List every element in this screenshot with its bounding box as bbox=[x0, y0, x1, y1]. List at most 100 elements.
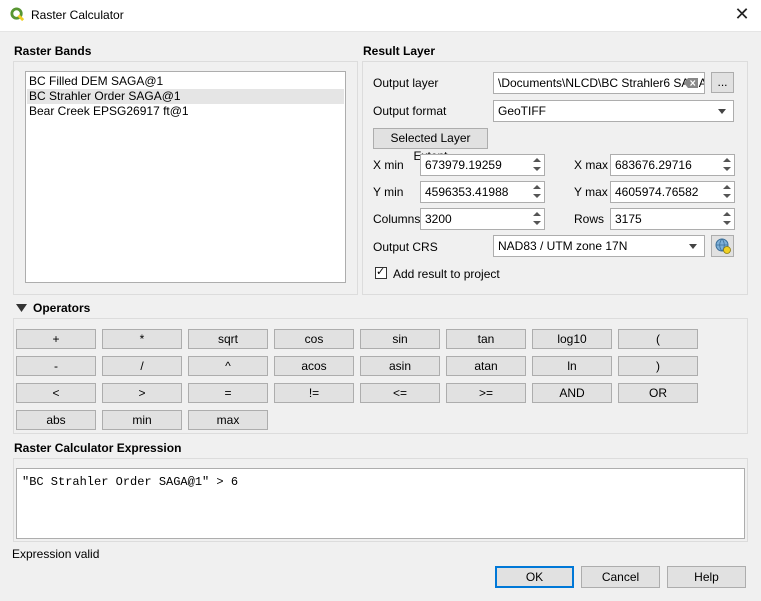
xmin-spinner[interactable] bbox=[530, 155, 544, 175]
expression-text: "BC Strahler Order SAGA@1" > 6 bbox=[22, 475, 239, 489]
columns-spinner[interactable] bbox=[530, 209, 544, 229]
operator-button[interactable]: != bbox=[274, 383, 354, 403]
operator-button[interactable]: min bbox=[102, 410, 182, 430]
operator-button[interactable]: cos bbox=[274, 329, 354, 349]
xmin-value: 673979.19259 bbox=[425, 158, 502, 172]
ymax-value: 4605974.76582 bbox=[615, 185, 699, 199]
spin-up-icon[interactable] bbox=[533, 158, 541, 162]
raster-bands-title: Raster Bands bbox=[14, 44, 92, 58]
xmin-input[interactable]: 673979.19259 bbox=[420, 154, 545, 176]
spin-down-icon[interactable] bbox=[723, 167, 731, 171]
rows-label: Rows bbox=[574, 212, 605, 226]
operator-button[interactable]: acos bbox=[274, 356, 354, 376]
output-crs-select[interactable]: NAD83 / UTM zone 17N bbox=[493, 235, 705, 257]
spin-up-icon[interactable] bbox=[723, 212, 731, 216]
operator-button[interactable]: ln bbox=[532, 356, 612, 376]
browse-button[interactable]: ... bbox=[711, 72, 734, 93]
columns-label: Columns bbox=[373, 212, 421, 226]
operator-button[interactable]: + bbox=[16, 329, 96, 349]
spin-up-icon[interactable] bbox=[533, 212, 541, 216]
spin-down-icon[interactable] bbox=[723, 194, 731, 198]
spin-up-icon[interactable] bbox=[723, 185, 731, 189]
raster-band-item[interactable]: Bear Creek EPSG26917 ft@1 bbox=[29, 104, 189, 119]
operator-button[interactable]: abs bbox=[16, 410, 96, 430]
operator-button[interactable]: <= bbox=[360, 383, 440, 403]
raster-band-item[interactable]: BC Filled DEM SAGA@1 bbox=[29, 74, 163, 89]
operator-button[interactable]: ^ bbox=[188, 356, 268, 376]
add-result-label: Add result to project bbox=[393, 267, 500, 281]
ymax-label: Y max bbox=[574, 185, 608, 199]
operator-button[interactable]: / bbox=[102, 356, 182, 376]
output-crs-label: Output CRS bbox=[373, 240, 438, 254]
selected-layer-extent-button[interactable]: Selected Layer Extent bbox=[373, 128, 488, 163]
operators-title: Operators bbox=[33, 301, 91, 315]
output-format-select[interactable]: GeoTIFF bbox=[493, 100, 734, 122]
xmax-input[interactable]: 683676.29716 bbox=[610, 154, 735, 176]
spin-down-icon[interactable] bbox=[533, 221, 541, 225]
xmax-label: X max bbox=[574, 158, 609, 172]
operator-button[interactable]: ) bbox=[618, 356, 698, 376]
output-format-label: Output format bbox=[373, 104, 447, 118]
operator-button[interactable]: sqrt bbox=[188, 329, 268, 349]
add-result-checkbox[interactable]: ✓ bbox=[375, 265, 387, 279]
output-layer-label: Output layer bbox=[373, 76, 439, 90]
output-layer-input[interactable]: \Documents\NLCD\BC Strahler6 SAGA bbox=[493, 72, 705, 94]
ymin-spinner[interactable] bbox=[530, 182, 544, 202]
spin-down-icon[interactable] bbox=[533, 167, 541, 171]
rows-value: 3175 bbox=[615, 212, 642, 226]
operator-button[interactable]: log10 bbox=[532, 329, 612, 349]
rows-spinner[interactable] bbox=[720, 209, 734, 229]
spin-up-icon[interactable] bbox=[723, 158, 731, 162]
operator-button[interactable]: = bbox=[188, 383, 268, 403]
collapse-triangle-icon[interactable] bbox=[16, 304, 27, 312]
columns-input[interactable]: 3200 bbox=[420, 208, 545, 230]
operator-button[interactable]: tan bbox=[446, 329, 526, 349]
output-format-value: GeoTIFF bbox=[498, 104, 547, 118]
rows-input[interactable]: 3175 bbox=[610, 208, 735, 230]
close-icon[interactable]: ✕ bbox=[732, 5, 752, 25]
expression-editor[interactable]: "BC Strahler Order SAGA@1" > 6 bbox=[16, 468, 745, 539]
operator-button[interactable]: AND bbox=[532, 383, 612, 403]
spin-up-icon[interactable] bbox=[533, 185, 541, 189]
result-layer-group bbox=[362, 61, 748, 295]
xmin-label: X min bbox=[373, 158, 404, 172]
output-layer-path: \Documents\NLCD\BC Strahler6 SAGA bbox=[498, 76, 705, 90]
chevron-down-icon bbox=[718, 109, 726, 114]
checkmark-icon: ✓ bbox=[376, 265, 386, 278]
ymax-spinner[interactable] bbox=[720, 182, 734, 202]
window-title: Raster Calculator bbox=[31, 8, 124, 22]
spin-down-icon[interactable] bbox=[533, 194, 541, 198]
help-button[interactable]: Help bbox=[667, 566, 746, 588]
clear-icon[interactable] bbox=[684, 78, 698, 88]
raster-band-item-selected[interactable]: BC Strahler Order SAGA@1 bbox=[27, 89, 344, 104]
xmax-spinner[interactable] bbox=[720, 155, 734, 175]
ymax-input[interactable]: 4605974.76582 bbox=[610, 181, 735, 203]
ok-button[interactable]: OK bbox=[495, 566, 574, 588]
operator-button[interactable]: - bbox=[16, 356, 96, 376]
operator-button[interactable]: max bbox=[188, 410, 268, 430]
operator-button[interactable]: sin bbox=[360, 329, 440, 349]
operator-button[interactable]: * bbox=[102, 329, 182, 349]
expression-title: Raster Calculator Expression bbox=[14, 441, 182, 455]
expression-status: Expression valid bbox=[12, 547, 100, 561]
raster-bands-list[interactable]: BC Filled DEM SAGA@1 BC Strahler Order S… bbox=[25, 71, 346, 283]
ymin-label: Y min bbox=[373, 185, 404, 199]
cancel-button[interactable]: Cancel bbox=[581, 566, 660, 588]
ymin-input[interactable]: 4596353.41988 bbox=[420, 181, 545, 203]
operator-button[interactable]: asin bbox=[360, 356, 440, 376]
operator-button[interactable]: atan bbox=[446, 356, 526, 376]
globe-icon bbox=[715, 238, 731, 254]
result-layer-title: Result Layer bbox=[363, 44, 436, 58]
output-crs-value: NAD83 / UTM zone 17N bbox=[498, 239, 628, 253]
operator-button[interactable]: < bbox=[16, 383, 96, 403]
operator-button[interactable]: OR bbox=[618, 383, 698, 403]
columns-value: 3200 bbox=[425, 212, 452, 226]
crs-selector-button[interactable] bbox=[711, 235, 734, 257]
chevron-down-icon bbox=[689, 244, 697, 249]
spin-down-icon[interactable] bbox=[723, 221, 731, 225]
operator-button[interactable]: > bbox=[102, 383, 182, 403]
operator-button[interactable]: >= bbox=[446, 383, 526, 403]
operator-button[interactable]: ( bbox=[618, 329, 698, 349]
qgis-logo-icon bbox=[10, 7, 25, 22]
ymin-value: 4596353.41988 bbox=[425, 185, 509, 199]
